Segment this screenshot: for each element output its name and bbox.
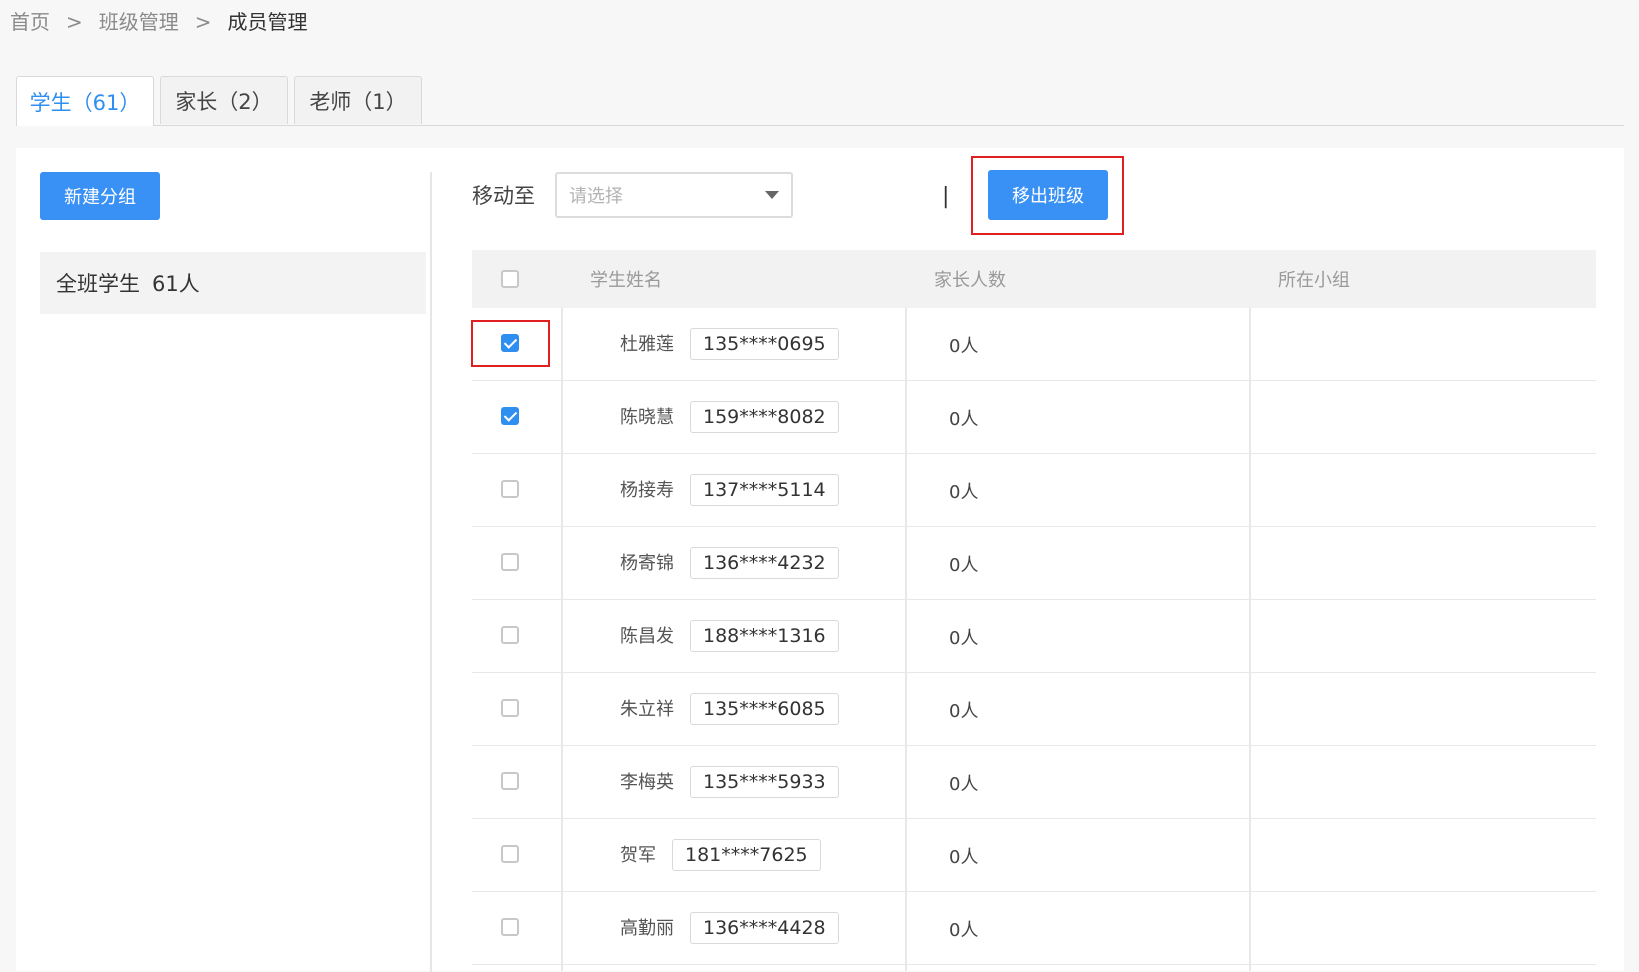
row-checkbox[interactable] [501,480,519,498]
row-checkbox[interactable] [501,699,519,717]
select-all-checkbox[interactable] [501,270,519,288]
student-phone: 135****6085 [690,693,839,725]
breadcrumb-class-mgmt[interactable]: 班级管理 [99,10,179,34]
student-name: 杨接寿 [620,480,674,501]
table-row: 贺军 181****7625 0人 [472,819,1596,892]
new-group-button[interactable]: 新建分组 [40,172,160,220]
student-phone: 137****5114 [690,474,839,506]
table-header: 学生姓名 家长人数 所在小组 [472,250,1596,308]
row-checkbox[interactable] [501,553,519,571]
table-row: 陈晓慧 159****8082 0人 [472,381,1596,454]
student-name: 李梅英 [620,772,674,793]
group-name: 全班学生 [56,272,140,296]
student-phone: 181****7625 [672,839,821,871]
student-name: 朱立祥 [620,699,674,720]
table-row: 高勤丽 136****4428 0人 [472,892,1596,965]
tab-teachers[interactable]: 老师（1） [294,76,422,124]
table-row: 陈昌发 188****1316 0人 [472,600,1596,673]
parent-count: 0人 [949,920,979,941]
student-name: 高勤丽 [620,918,674,939]
toolbar-divider: | [942,184,950,209]
student-name: 杨寄锦 [620,553,674,574]
sidebar-divider [430,172,432,972]
row-checkbox[interactable] [501,845,519,863]
student-phone: 136****4232 [690,547,839,579]
table-row: 杜雅莲 135****0695 0人 [472,308,1596,381]
row-checkbox[interactable] [501,772,519,790]
breadcrumb-separator: > [194,10,212,34]
breadcrumb: 首页 > 班级管理 > 成员管理 [10,6,308,35]
table-row: 杨寄锦 136****4232 0人 [472,527,1596,600]
parent-count: 0人 [949,774,979,795]
parent-count: 0人 [949,628,979,649]
member-tabs: 学生（61） 家长（2） 老师（1） [16,76,1624,126]
breadcrumb-current: 成员管理 [227,10,308,34]
move-to-select[interactable]: 请选择 [555,172,793,218]
row-checkbox[interactable] [501,626,519,644]
tab-students[interactable]: 学生（61） [16,76,154,126]
header-parent-count: 家长人数 [934,270,1006,291]
breadcrumb-home[interactable]: 首页 [10,10,50,34]
header-student-name: 学生姓名 [590,270,662,291]
student-phone: 135****0695 [690,328,839,360]
tab-parents[interactable]: 家长（2） [160,76,288,124]
parent-count: 0人 [949,409,979,430]
header-group: 所在小组 [1278,270,1350,291]
student-name: 陈昌发 [620,626,674,647]
parent-count: 0人 [949,482,979,503]
parent-count: 0人 [949,847,979,868]
remove-from-class-button[interactable]: 移出班级 [988,170,1108,220]
caret-down-icon [765,191,779,199]
select-placeholder: 请选择 [569,186,623,207]
student-name: 贺军 [620,845,656,866]
parent-count: 0人 [949,701,979,722]
table-row: 朱立祥 135****6085 0人 [472,673,1596,746]
student-phone: 135****5933 [690,766,839,798]
parent-count: 0人 [949,555,979,576]
table-row: 李梅英 135****5933 0人 [472,746,1596,819]
group-count: 61人 [152,272,200,296]
student-name: 陈晓慧 [620,407,674,428]
row-checkbox[interactable] [501,407,519,425]
move-to-label: 移动至 [472,184,535,208]
highlight-box-checkbox [471,320,550,367]
breadcrumb-separator: > [66,10,83,34]
table-row: 杨接寿 137****5114 0人 [472,454,1596,527]
student-phone: 136****4428 [690,912,839,944]
row-checkbox[interactable] [501,918,519,936]
student-phone: 159****8082 [690,401,839,433]
student-phone: 188****1316 [690,620,839,652]
parent-count: 0人 [949,336,979,357]
group-item-all-students[interactable]: 全班学生 61人 [40,252,426,314]
student-table: 学生姓名 家长人数 所在小组 杜雅莲 135****0695 0人 陈晓慧 15… [472,250,1596,965]
student-name: 杜雅莲 [620,334,674,355]
